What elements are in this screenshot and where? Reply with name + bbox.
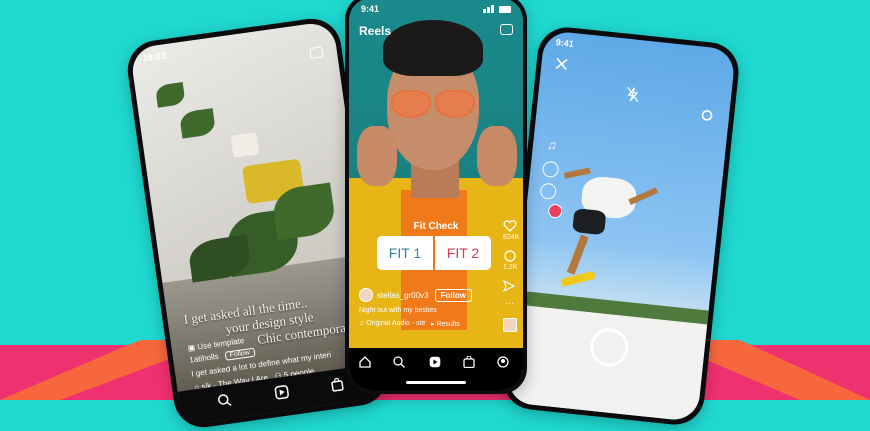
- signal-icons: [483, 5, 511, 13]
- profile-icon[interactable]: [497, 356, 509, 368]
- phone-right: 9:41 ♫: [500, 24, 742, 428]
- like-count: 824K: [503, 234, 520, 241]
- follow-button[interactable]: Follow: [434, 288, 472, 302]
- layout-icon[interactable]: [539, 182, 558, 200]
- hand-right: [477, 126, 517, 186]
- shop-icon[interactable]: [463, 356, 475, 368]
- hair: [383, 20, 483, 76]
- comment-button[interactable]: 1.2K: [503, 250, 517, 271]
- music-icon[interactable]: ♫: [546, 137, 557, 153]
- close-icon[interactable]: [555, 57, 568, 70]
- skater-leg: [566, 234, 589, 275]
- timer-icon[interactable]: [547, 203, 563, 219]
- status-time: 9:41: [361, 4, 380, 14]
- audio-label: Original Audio - ste: [366, 320, 426, 327]
- right-screen: 9:41 ♫: [505, 29, 737, 423]
- camera-icon[interactable]: [500, 24, 513, 35]
- reels-icon[interactable]: [429, 356, 441, 368]
- search-icon[interactable]: [216, 392, 232, 408]
- settings-icon[interactable]: [700, 109, 713, 122]
- skateboard: [560, 270, 596, 287]
- results-label: Results: [436, 321, 460, 328]
- camera-icon[interactable]: [309, 46, 324, 60]
- author-row: stellas_gr00v3 Follow: [359, 288, 472, 302]
- audio-thumbnail[interactable]: [503, 318, 517, 332]
- center-screen: 9:41 Reels Fit Check FIT 1 FIT 2 824K 1.…: [349, 0, 523, 390]
- page-title: Reels: [359, 24, 392, 38]
- skater-shorts: [572, 208, 607, 236]
- username[interactable]: stellas_gr00v3: [377, 291, 429, 300]
- poll-option-fit2[interactable]: FIT 2: [435, 236, 491, 270]
- flash-off-icon[interactable]: [626, 86, 639, 103]
- send-icon[interactable]: [503, 280, 515, 292]
- speed-icon[interactable]: [541, 160, 560, 179]
- search-icon[interactable]: [393, 356, 405, 368]
- lamp: [230, 132, 260, 158]
- sunglasses-right: [435, 90, 475, 118]
- skater-arm: [563, 167, 591, 179]
- status-time: 9:41: [555, 37, 575, 50]
- results-link[interactable]: ▸ Results: [431, 320, 460, 328]
- phone-center: 9:41 Reels Fit Check FIT 1 FIT 2 824K 1.…: [345, 0, 527, 394]
- caption: Night out with my besties: [359, 307, 437, 314]
- shop-icon[interactable]: [329, 377, 345, 393]
- home-indicator: [406, 381, 466, 384]
- hand-left: [357, 126, 397, 186]
- comment-icon: [504, 250, 516, 262]
- comment-count: 1.2K: [503, 264, 518, 271]
- like-button[interactable]: 824K: [503, 220, 520, 241]
- home-icon[interactable]: [359, 356, 371, 368]
- sunglasses-left: [391, 90, 431, 118]
- poll-option-fit1[interactable]: FIT 1: [377, 236, 433, 270]
- avatar[interactable]: [359, 288, 373, 302]
- follow-button[interactable]: Follow: [224, 347, 256, 361]
- heart-icon: [503, 220, 517, 232]
- reels-icon[interactable]: [274, 384, 290, 400]
- fit-check-label: Fit Check: [413, 221, 459, 232]
- bottom-nav: [349, 348, 523, 390]
- audio-row[interactable]: ♫ Original Audio - ste: [359, 320, 425, 327]
- more-icon[interactable]: ···: [505, 298, 514, 308]
